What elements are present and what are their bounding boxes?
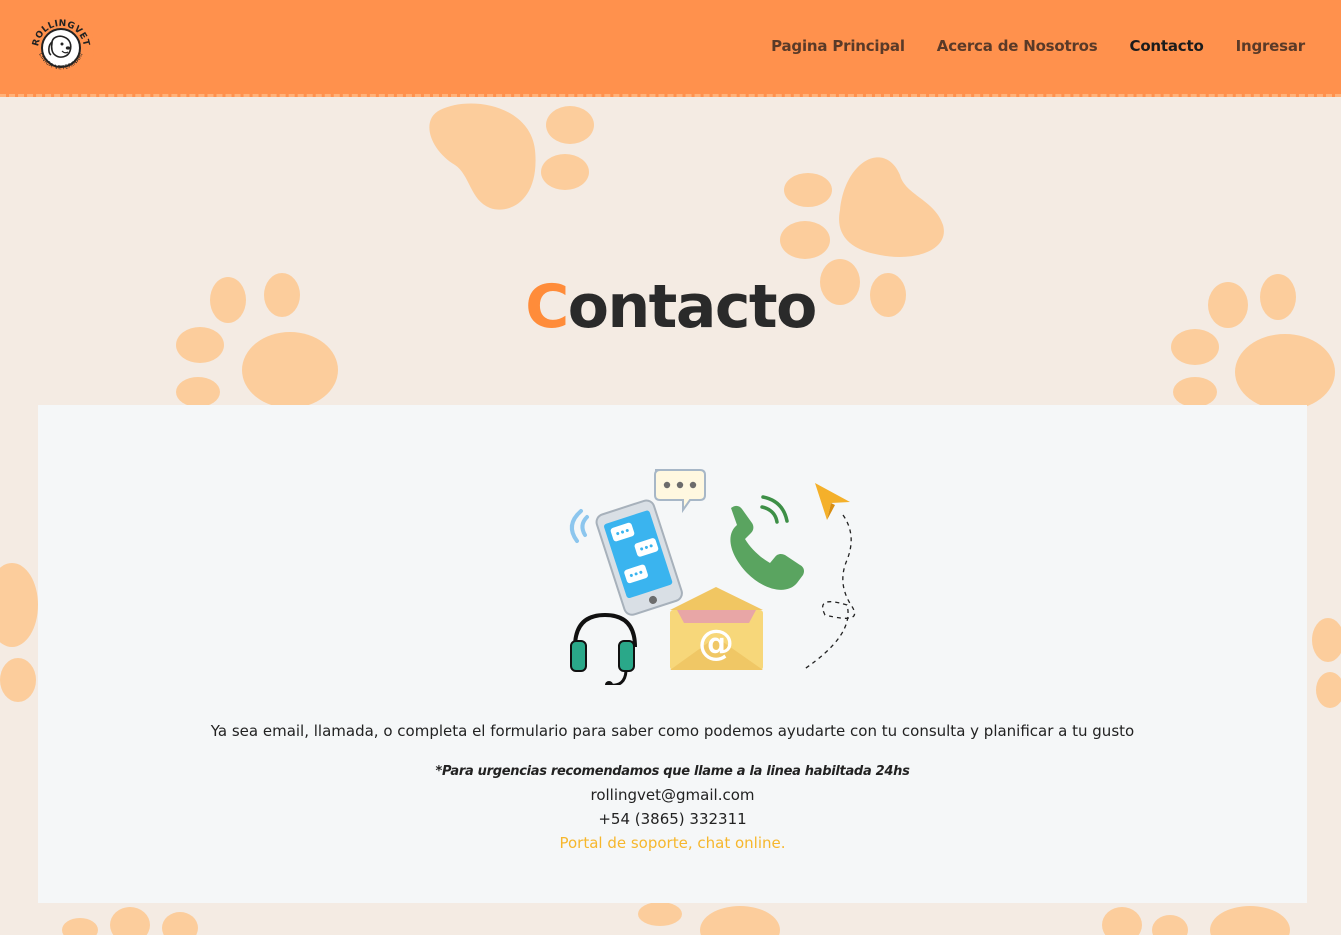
signal-waves-icon xyxy=(569,509,589,543)
nav-link-pagina-principal[interactable]: Pagina Principal xyxy=(771,37,905,55)
contact-email: rollingvet@gmail.com xyxy=(590,786,755,804)
page-title: Contacto xyxy=(0,272,1341,342)
contact-card: @ Ya sea email, llamada, o completa el f… xyxy=(38,405,1307,903)
smartphone-icon xyxy=(595,499,683,616)
nav-link-acerca-de-nosotros[interactable]: Acerca de Nosotros xyxy=(937,37,1098,55)
svg-text:@: @ xyxy=(698,623,734,664)
main-nav: Pagina Principal Acerca de Nosotros Cont… xyxy=(771,37,1305,55)
nav-link-ingresar[interactable]: Ingresar xyxy=(1236,37,1306,55)
email-envelope-icon: @ xyxy=(670,587,763,670)
contact-intro-text: Ya sea email, llamada, o completa el for… xyxy=(210,722,1135,740)
support-portal-link[interactable]: Portal de soporte, chat online. xyxy=(38,834,1307,852)
urgent-note: *Para urgencias recomendamos que llame a… xyxy=(435,764,910,779)
contact-illustration: @ xyxy=(569,469,856,685)
top-navbar: ROLLINGVET CLINICA VETERINARIA Pagina Pr… xyxy=(0,0,1341,97)
nav-link-contacto[interactable]: Contacto xyxy=(1130,37,1204,55)
rollingvet-logo[interactable]: ROLLINGVET CLINICA VETERINARIA xyxy=(26,13,96,83)
headset-icon xyxy=(570,612,637,685)
chat-bubble-icon xyxy=(654,469,706,514)
contact-phone: +54 (3865) 332311 xyxy=(598,810,747,828)
page-title-rest: ontacto xyxy=(567,272,818,342)
page-title-first-letter: C xyxy=(525,272,569,342)
phone-call-icon xyxy=(730,495,804,590)
paper-plane-icon xyxy=(802,483,856,671)
